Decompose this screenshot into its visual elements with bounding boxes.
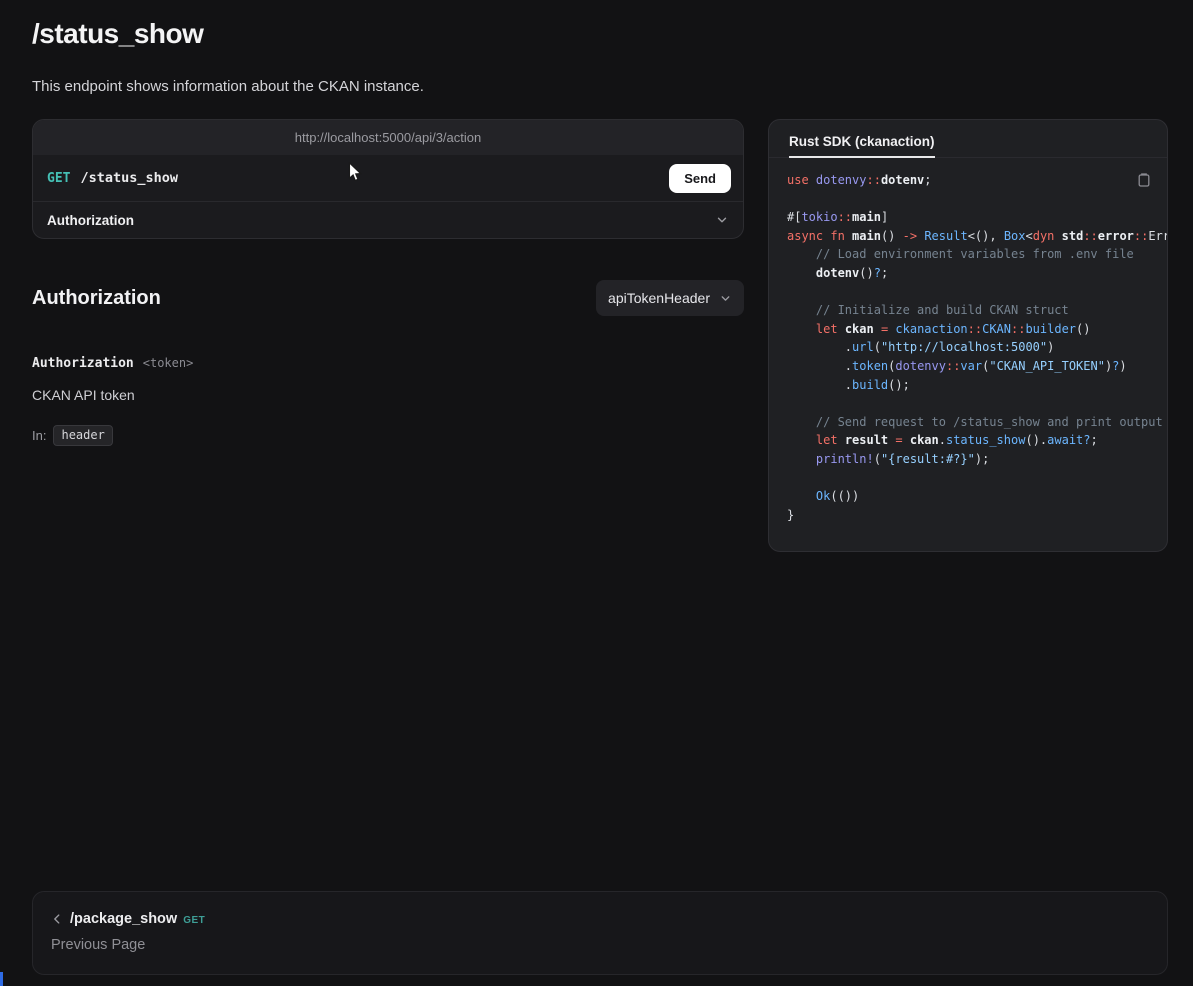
param-in-badge: header	[53, 425, 112, 446]
chevron-down-icon	[715, 213, 729, 227]
request-row: GET /status_show Send	[33, 155, 743, 201]
authorization-heading: Authorization	[32, 287, 161, 310]
previous-page-method: GET	[183, 915, 205, 926]
http-method-label: GET	[47, 171, 70, 186]
code-tabbar: Rust SDK (ckanaction)	[769, 120, 1167, 158]
auth-scheme-select[interactable]: apiTokenHeader	[596, 280, 744, 316]
endpoint-path: /status_show	[80, 170, 178, 186]
auth-row-label: Authorization	[47, 213, 134, 228]
main-content: /status_show This endpoint shows informa…	[0, 0, 1193, 891]
auth-param-description: CKAN API token	[32, 387, 744, 403]
auth-collapsible-row[interactable]: Authorization	[33, 201, 743, 238]
page-description: This endpoint shows information about th…	[32, 78, 1168, 95]
auth-scheme-value: apiTokenHeader	[608, 290, 710, 306]
previous-page-label: Previous Page	[50, 937, 1150, 953]
scroll-indicator-strip	[0, 972, 3, 986]
chevron-down-icon	[719, 292, 732, 305]
send-button[interactable]: Send	[669, 164, 731, 193]
base-url-bar: http://localhost:5000/api/3/action	[33, 120, 743, 155]
page-title: /status_show	[32, 18, 1168, 50]
chevron-left-icon	[50, 912, 64, 926]
code-sample-card: Rust SDK (ckanaction) use dotenvy::doten…	[768, 119, 1168, 552]
clipboard-icon[interactable]	[1134, 170, 1154, 190]
auth-param-name: Authorization	[32, 356, 134, 371]
previous-page-path: /package_show	[70, 911, 177, 927]
previous-page-link[interactable]: /package_show GET Previous Page	[32, 891, 1168, 975]
auth-param-type: <token>	[143, 356, 194, 370]
param-in-label: In:	[32, 428, 46, 443]
code-block: use dotenvy::dotenv; #[tokio::main]async…	[769, 158, 1167, 551]
tab-rust-sdk[interactable]: Rust SDK (ckanaction)	[789, 134, 935, 158]
request-client-card: http://localhost:5000/api/3/action GET /…	[32, 119, 744, 239]
